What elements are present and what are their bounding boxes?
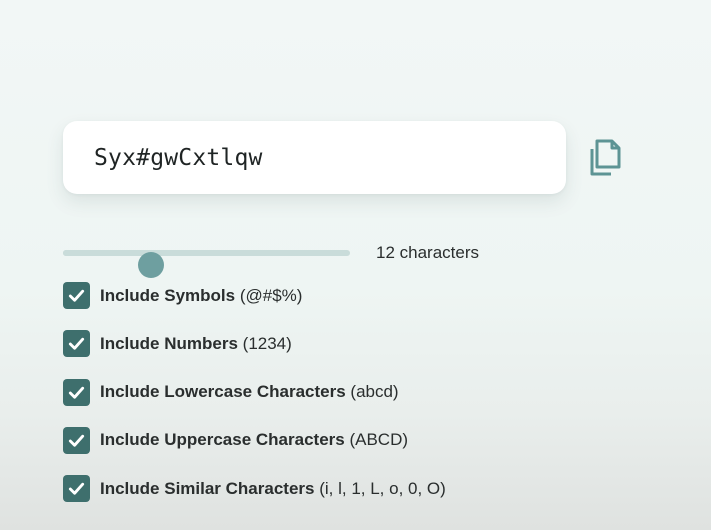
copy-icon [590,139,621,176]
option-symbols-hint: (@#$%) [239,285,303,305]
checkbox-numbers[interactable] [63,330,90,358]
option-lowercase-title: Include Lowercase Characters [100,382,346,402]
copy-button[interactable] [586,138,624,178]
option-numbers[interactable]: Include Numbers (1234) [63,330,446,358]
option-symbols-label: Include Symbols (@#$%) [100,286,302,306]
option-similar-title: Include Similar Characters [100,478,315,498]
option-similar[interactable]: Include Similar Characters (i, l, 1, L, … [63,475,446,503]
option-numbers-hint: (1234) [242,333,292,353]
length-slider-fill [63,250,152,256]
checkmark-icon [68,338,85,350]
length-slider-track[interactable] [63,250,350,278]
option-uppercase-title: Include Uppercase Characters [100,430,345,450]
checkbox-lowercase[interactable] [63,378,90,406]
options-list: Include Symbols (@#$%) Include Numbers (… [63,282,446,523]
option-lowercase[interactable]: Include Lowercase Characters (abcd) [63,378,446,406]
option-lowercase-label: Include Lowercase Characters (abcd) [100,382,399,402]
checkmark-icon [68,434,85,447]
option-uppercase-hint: (ABCD) [349,430,409,450]
password-text: Syx#gwCxtlqw [94,144,263,171]
checkbox-uppercase[interactable] [63,426,90,454]
option-uppercase-label: Include Uppercase Characters (ABCD) [100,430,408,450]
option-numbers-label: Include Numbers (1234) [100,334,292,354]
option-symbols[interactable]: Include Symbols (@#$%) [63,282,446,309]
checkbox-symbols[interactable] [63,282,90,309]
option-similar-hint: (i, l, 1, L, o, 0, O) [319,478,446,498]
length-slider-thumb[interactable] [138,252,165,278]
option-numbers-title: Include Numbers [100,333,238,353]
option-lowercase-hint: (abcd) [350,382,399,402]
checkmark-icon [68,482,85,495]
option-uppercase[interactable]: Include Uppercase Characters (ABCD) [63,426,446,454]
checkbox-similar[interactable] [63,475,90,503]
option-similar-label: Include Similar Characters (i, l, 1, L, … [100,479,446,499]
option-symbols-title: Include Symbols [100,285,236,305]
length-slider-row: 12 characters [63,238,513,278]
checkmark-icon [68,386,85,399]
length-label: 12 characters [376,243,479,262]
checkmark-icon [68,289,85,302]
password-display: Syx#gwCxtlqw [63,121,566,194]
